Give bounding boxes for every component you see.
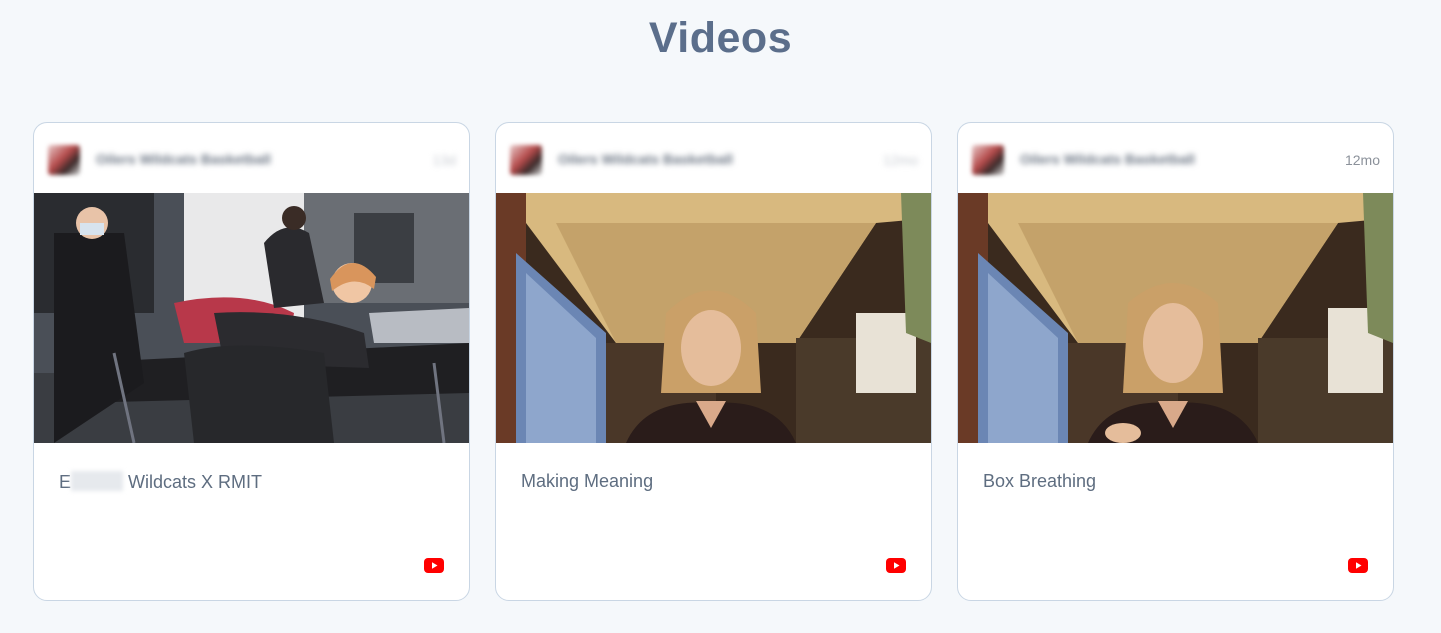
youtube-icon[interactable] — [1348, 558, 1368, 573]
post-age: 13d — [432, 152, 456, 168]
card-header: Oilers Wildcats Basketball 12mo — [958, 123, 1393, 193]
author-name: Oilers Wildcats Basketball — [1020, 151, 1195, 167]
post-age: 12mo — [882, 152, 918, 168]
post-age: 12mo — [1344, 152, 1380, 168]
video-title[interactable]: E Wildcats X RMIT — [59, 471, 262, 493]
author-name: Oilers Wildcats Basketball — [96, 151, 271, 167]
youtube-icon[interactable] — [886, 558, 906, 573]
video-card[interactable]: Oilers Wildcats Basketball 12mo Making M… — [495, 122, 932, 601]
redacted-text — [71, 471, 124, 491]
card-header: Oilers Wildcats Basketball 13d — [34, 123, 469, 193]
video-card[interactable]: Oilers Wildcats Basketball 12mo Box Brea… — [957, 122, 1394, 601]
author-name: Oilers Wildcats Basketball — [558, 151, 733, 167]
video-thumbnail[interactable] — [496, 193, 931, 443]
video-card[interactable]: Oilers Wildcats Basketball 13d E Wildcat… — [33, 122, 470, 601]
youtube-icon[interactable] — [424, 558, 444, 573]
video-thumbnail[interactable] — [958, 193, 1393, 443]
author-avatar — [48, 145, 80, 175]
video-title[interactable]: Box Breathing — [983, 471, 1096, 492]
author-avatar — [972, 145, 1004, 175]
author-avatar — [510, 145, 542, 175]
card-header: Oilers Wildcats Basketball 12mo — [496, 123, 931, 193]
video-title[interactable]: Making Meaning — [521, 471, 653, 492]
section-title: Videos — [648, 14, 793, 62]
video-thumbnail[interactable] — [34, 193, 469, 443]
